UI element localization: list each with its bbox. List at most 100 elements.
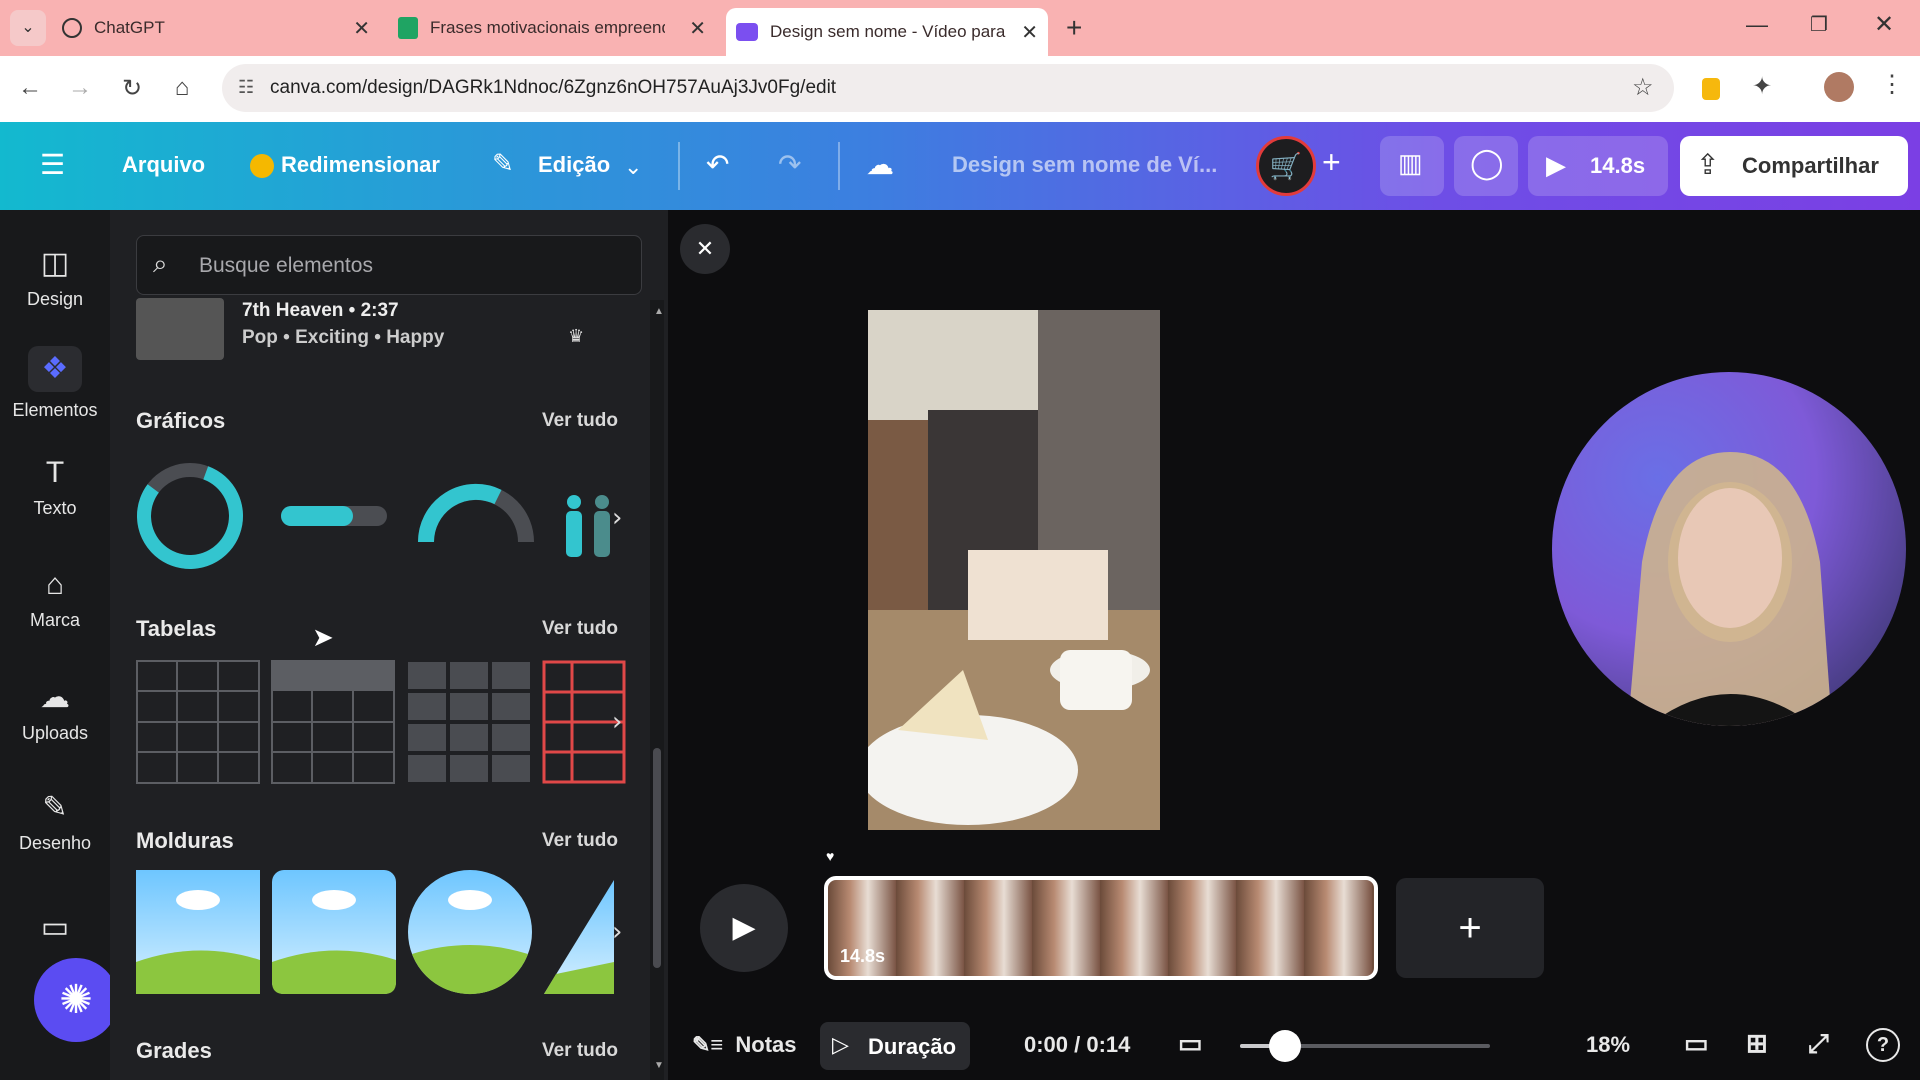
scroll-thumb[interactable] bbox=[653, 748, 661, 968]
elements-icon: ❖ bbox=[28, 346, 82, 392]
playhead-marker[interactable]: ♥ bbox=[826, 848, 834, 864]
see-all-tables[interactable]: Ver tudo bbox=[542, 618, 618, 640]
table-thumbnail[interactable] bbox=[271, 660, 395, 784]
see-all-graphics[interactable]: Ver tudo bbox=[542, 410, 618, 432]
rail-item-elements[interactable]: ❖ Elementos bbox=[0, 346, 110, 421]
undo-icon[interactable]: ↶ bbox=[706, 148, 729, 181]
pages-view-icon[interactable]: ▭ bbox=[1684, 1028, 1709, 1059]
duration-button[interactable]: ▷ Duração bbox=[820, 1022, 970, 1070]
hamburger-menu-icon[interactable]: ☰ bbox=[40, 148, 65, 181]
table-thumbnail[interactable] bbox=[136, 660, 260, 784]
restore-button[interactable]: ❐ bbox=[1810, 12, 1828, 37]
side-rail: ◫ Design ❖ Elementos T Texto ⌂ Marca ☁ U… bbox=[0, 210, 118, 1080]
rail-item-projects[interactable]: ▭ bbox=[0, 910, 110, 953]
audio-tags: Pop • Exciting • Happy bbox=[242, 327, 445, 348]
scroll-down-arrow[interactable]: ▼ bbox=[654, 1060, 664, 1071]
text-icon: T bbox=[45, 456, 65, 489]
people-graphic[interactable] bbox=[566, 495, 610, 557]
close-panel-button[interactable]: ✕ bbox=[680, 224, 730, 274]
chevron-right-icon[interactable]: › bbox=[612, 917, 622, 947]
frame-thumbnail[interactable] bbox=[136, 870, 260, 994]
frame-thumbnail[interactable] bbox=[272, 870, 396, 994]
fullscreen-icon[interactable]: ⤢ bbox=[1808, 1028, 1829, 1060]
chevron-down-icon[interactable]: ⌄ bbox=[624, 154, 642, 180]
search-icon: ⌕ bbox=[153, 248, 168, 278]
zoom-slider-thumb[interactable] bbox=[1269, 1030, 1301, 1062]
close-icon[interactable]: ✕ bbox=[353, 16, 370, 41]
new-tab-button[interactable]: + bbox=[1066, 12, 1082, 44]
rail-item-label: Marca bbox=[29, 610, 80, 630]
bookmark-star-icon[interactable]: ☆ bbox=[1632, 73, 1654, 102]
help-icon[interactable]: ? bbox=[1866, 1028, 1900, 1062]
add-clip-button[interactable]: + bbox=[1396, 878, 1544, 978]
rail-item-text[interactable]: T Texto bbox=[0, 456, 110, 519]
cart-icon[interactable]: 🛒 bbox=[1256, 136, 1316, 196]
chevron-right-icon[interactable]: › bbox=[612, 707, 622, 737]
table-thumbnail[interactable] bbox=[408, 662, 530, 782]
page-view-icon[interactable]: ▭ bbox=[1178, 1028, 1203, 1059]
tab-canva-design[interactable]: Design sem nome - Vídeo para ✕ bbox=[726, 8, 1048, 56]
cloud-saved-icon[interactable]: ☁ bbox=[866, 148, 894, 181]
share-button[interactable]: ⇪ Compartilhar bbox=[1680, 136, 1908, 196]
window-close-button[interactable]: ✕ bbox=[1874, 10, 1894, 39]
notes-button[interactable]: ✎≡ Notas bbox=[692, 1032, 797, 1058]
play-preview-button[interactable]: ▶ 14.8s bbox=[1528, 136, 1668, 196]
url-field[interactable]: ☷ canva.com/design/DAGRk1Ndnoc/6Zgnz6nOH… bbox=[222, 64, 1674, 112]
section-title-grids: Grades bbox=[136, 1038, 212, 1063]
frame-thumbnail[interactable] bbox=[408, 870, 532, 995]
see-all-frames[interactable]: Ver tudo bbox=[542, 830, 618, 852]
insights-button[interactable]: ▥ bbox=[1380, 136, 1444, 196]
edit-mode-dropdown[interactable]: Edição bbox=[538, 152, 610, 178]
timeline-play-button[interactable]: ▶ bbox=[700, 884, 788, 972]
tab-title: Design sem nome - Vídeo para bbox=[770, 22, 1006, 41]
minimize-button[interactable]: — bbox=[1746, 12, 1768, 38]
grid-view-icon[interactable]: ⊞ bbox=[1746, 1028, 1768, 1059]
profile-avatar[interactable] bbox=[1824, 72, 1854, 102]
scroll-up-arrow[interactable]: ▲ bbox=[654, 306, 664, 317]
redo-icon[interactable]: ↷ bbox=[778, 148, 801, 181]
close-icon[interactable]: ✕ bbox=[689, 16, 706, 41]
see-all-grids[interactable]: Ver tudo bbox=[542, 1040, 618, 1062]
search-input[interactable]: ⌕ Busque elementos bbox=[136, 235, 642, 295]
rail-item-draw[interactable]: ✎ Desenho bbox=[0, 790, 110, 854]
tab-chatgpt[interactable]: ChatGPT ✕ bbox=[62, 8, 380, 48]
rail-item-uploads[interactable]: ☁ Uploads bbox=[0, 680, 110, 744]
add-collaborator-icon[interactable]: + bbox=[1322, 144, 1341, 181]
browser-menu-icon[interactable]: ⋮ bbox=[1880, 70, 1904, 99]
close-icon[interactable]: ✕ bbox=[1021, 20, 1038, 45]
panel-scrollbar[interactable]: ▲ ▼ bbox=[650, 300, 664, 1080]
video-page[interactable] bbox=[868, 310, 1160, 830]
site-info-icon[interactable]: ☷ bbox=[238, 77, 254, 98]
zoom-percentage[interactable]: 18% bbox=[1586, 1032, 1630, 1058]
rail-item-design[interactable]: ◫ Design bbox=[0, 246, 110, 310]
tab-title: Frases motivacionais empreend bbox=[430, 18, 665, 37]
gauge-graphic[interactable] bbox=[417, 483, 534, 543]
design-title[interactable]: Design sem nome de Ví... bbox=[952, 152, 1217, 178]
zoom-slider[interactable] bbox=[1240, 1030, 1490, 1062]
webcam-overlay[interactable] bbox=[1552, 372, 1906, 726]
audio-thumbnail[interactable] bbox=[136, 298, 224, 360]
tab-search-button[interactable]: ⌄ bbox=[10, 10, 46, 46]
chevron-right-icon[interactable]: › bbox=[612, 503, 622, 533]
reload-button[interactable]: ↻ bbox=[116, 74, 148, 103]
back-button[interactable]: ← bbox=[14, 74, 46, 102]
comments-button[interactable]: ◯ bbox=[1454, 136, 1518, 196]
resize-button[interactable]: Redimensionar bbox=[281, 152, 440, 178]
home-button[interactable]: ⌂ bbox=[166, 74, 198, 102]
donut-graphic[interactable] bbox=[136, 457, 249, 575]
forward-button[interactable]: → bbox=[64, 74, 96, 102]
puzzle-icon[interactable]: ✦ bbox=[1752, 72, 1772, 101]
share-label: Compartilhar bbox=[1742, 153, 1879, 178]
extension-icon[interactable] bbox=[1702, 78, 1720, 100]
rail-item-brand[interactable]: ⌂ Marca bbox=[0, 568, 110, 631]
video-clip-track[interactable]: 14.8s bbox=[824, 876, 1378, 980]
magic-apps-button[interactable]: ✺ bbox=[34, 958, 118, 1042]
editor-canvas-area: ✕ ▶ ♥ 14.8s + bbox=[668, 210, 1920, 1080]
design-icon: ◫ bbox=[40, 247, 70, 280]
divider bbox=[838, 142, 840, 190]
frame-thumbnail[interactable] bbox=[544, 880, 614, 994]
bar-chart-icon: ▥ bbox=[1398, 148, 1423, 178]
tab-sheets[interactable]: Frases motivacionais empreend ✕ bbox=[398, 8, 716, 48]
progress-bar-graphic[interactable] bbox=[281, 506, 387, 526]
file-menu[interactable]: Arquivo bbox=[122, 152, 205, 178]
